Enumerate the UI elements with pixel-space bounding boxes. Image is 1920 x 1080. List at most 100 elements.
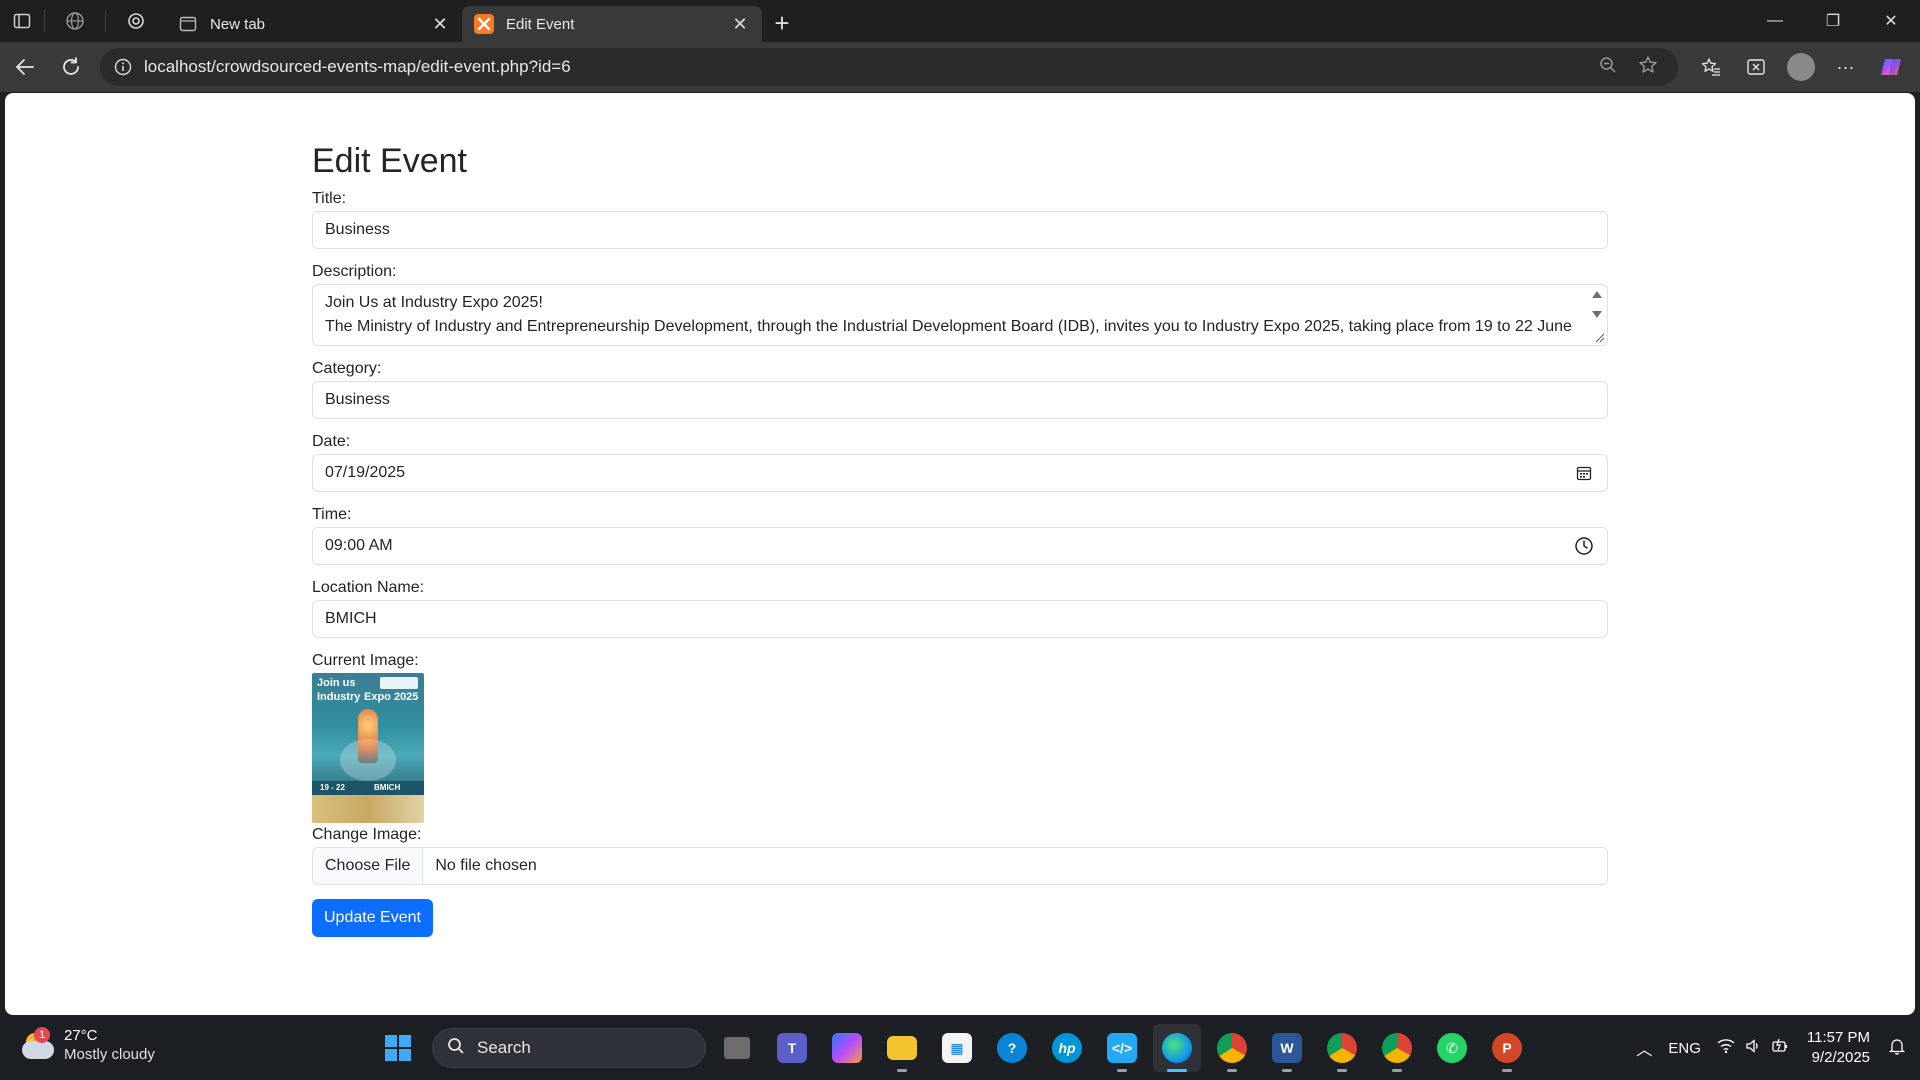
whatsapp-icon[interactable]: ✆ [1428, 1024, 1476, 1072]
title-group: Title: Business [312, 190, 1608, 249]
poster-text: Industry [317, 690, 361, 703]
battery-icon[interactable] [1763, 1038, 1797, 1059]
weather-widget[interactable]: 1 27°C Mostly cloudy [20, 1026, 155, 1064]
title-input[interactable]: Business [312, 210, 1608, 249]
system-clock[interactable]: 11:57 PM 9/2/2025 [1797, 1028, 1880, 1068]
scroll-up-arrow-icon[interactable] [1592, 290, 1602, 298]
copilot-icon[interactable] [1868, 47, 1913, 87]
date-value: 07/19/2025 [325, 463, 406, 481]
minimize-icon[interactable]: — [1746, 0, 1804, 42]
time-value: 09:00 AM [325, 536, 393, 554]
time-label: Time: [312, 505, 352, 523]
file-explorer-icon[interactable] [878, 1024, 926, 1072]
category-label: Category: [312, 359, 382, 377]
chatgpt-icon[interactable] [106, 0, 166, 42]
update-event-button[interactable]: Update Event [312, 898, 433, 937]
title-label: Title: [312, 189, 347, 207]
calendar-icon[interactable] [1573, 462, 1595, 484]
browser-toolbar: localhost/crowdsourced-events-map/edit-e… [0, 42, 1920, 92]
clock-date: 9/2/2025 [1811, 1049, 1870, 1066]
date-label: Date: [312, 432, 351, 450]
new-tab-button[interactable]: + [762, 5, 802, 41]
more-options-icon[interactable]: ··· [1823, 47, 1868, 87]
sidebar-toggle-icon[interactable] [0, 0, 44, 42]
chrome-profile-icon[interactable] [1208, 1024, 1256, 1072]
microsoft-store-icon[interactable]: ▦ [933, 1024, 981, 1072]
poster-dates: 19 - 22 [320, 782, 345, 792]
clock-time: 11:57 PM [1806, 1029, 1870, 1046]
powerpoint-icon[interactable]: P [1483, 1024, 1531, 1072]
profile-avatar[interactable] [1778, 47, 1823, 87]
weather-temperature: 27°C [64, 1027, 98, 1044]
close-window-icon[interactable]: ✕ [1862, 0, 1920, 42]
refresh-icon[interactable] [48, 47, 94, 87]
teams-icon[interactable]: T [768, 1024, 816, 1072]
chevron-up-icon[interactable]: ︿ [1628, 1036, 1660, 1060]
category-input[interactable]: Business [312, 380, 1608, 419]
close-icon[interactable]: ✕ [730, 14, 750, 34]
time-group: Time: 09:00 AM [312, 506, 1608, 565]
zoom-out-icon[interactable] [1588, 56, 1628, 79]
resize-grip-icon[interactable] [1593, 331, 1605, 343]
change-image-group: Change Image: Choose File No file chosen [312, 826, 1608, 885]
notification-bell-icon[interactable] [1880, 1037, 1920, 1060]
page-viewport: Edit Event Title: Business Description: … [5, 93, 1915, 1015]
browser-tab-strip: New tab ✕ Edit Event ✕ + — ❐ ✕ [0, 0, 1920, 42]
tab-label: Edit Event [506, 15, 575, 33]
back-arrow-icon[interactable] [2, 47, 48, 87]
word-icon[interactable]: W [1263, 1024, 1311, 1072]
cloud-shape [22, 1041, 54, 1059]
poster-text: Expo 2025 [364, 690, 419, 703]
language-indicator[interactable]: ENG [1660, 1040, 1709, 1057]
site-info-icon[interactable] [110, 58, 136, 76]
poster-logo [380, 676, 418, 689]
restore-icon[interactable]: ❐ [1804, 0, 1862, 42]
date-input[interactable]: 07/19/2025 [312, 453, 1608, 492]
close-icon[interactable]: ✕ [430, 14, 450, 34]
chrome-profile-icon[interactable] [1318, 1024, 1366, 1072]
windows-start-icon[interactable] [374, 1024, 422, 1072]
favorite-star-icon[interactable] [1628, 55, 1668, 80]
poster-text: Join us [317, 676, 356, 689]
time-input[interactable]: 09:00 AM [312, 526, 1608, 565]
title-value: Business [325, 220, 390, 238]
poster-water-drop [340, 738, 396, 781]
location-input[interactable]: BMICH [312, 599, 1608, 638]
copilot-app-icon[interactable] [823, 1024, 871, 1072]
taskbar-search[interactable]: Search [432, 1028, 706, 1068]
chrome-profile-icon[interactable] [1373, 1024, 1421, 1072]
current-image-label: Current Image: [312, 651, 419, 669]
search-icon [447, 1037, 465, 1060]
partly-cloudy-icon: 1 [20, 1027, 56, 1063]
poster-footer [312, 794, 424, 823]
url-text[interactable]: localhost/crowdsourced-events-map/edit-e… [144, 57, 1588, 77]
edge-icon[interactable] [1153, 1024, 1201, 1072]
wifi-icon[interactable] [1709, 1038, 1743, 1059]
vscode-icon[interactable]: </> [1098, 1024, 1146, 1072]
clock-icon[interactable] [1573, 535, 1595, 557]
volume-icon[interactable] [1743, 1038, 1763, 1059]
address-bar[interactable]: localhost/crowdsourced-events-map/edit-e… [100, 48, 1678, 86]
xampp-icon [474, 14, 494, 34]
window-controls: — ❐ ✕ [1746, 0, 1920, 42]
hp-icon[interactable]: hp [1043, 1024, 1091, 1072]
choose-file-button[interactable]: Choose File [313, 847, 424, 884]
date-group: Date: 07/19/2025 [312, 433, 1608, 492]
task-view-icon[interactable] [713, 1024, 761, 1072]
description-textarea[interactable]: Join Us at Industry Expo 2025! The Minis… [312, 283, 1608, 346]
description-group: Description: Join Us at Industry Expo 20… [312, 263, 1608, 346]
favorites-icon[interactable] [1688, 47, 1733, 87]
notification-badge: 1 [34, 1027, 50, 1043]
new-tab-page-icon [178, 14, 198, 34]
help-icon[interactable]: ? [988, 1024, 1036, 1072]
taskbar-apps: Search T ▦ ? hp </> W ✆ P [374, 1024, 1531, 1072]
change-image-label: Change Image: [312, 825, 422, 843]
file-input[interactable]: Choose File No file chosen [312, 846, 1608, 885]
extensions-icon[interactable] [1733, 47, 1778, 87]
tab-edit-event[interactable]: Edit Event ✕ [462, 6, 762, 42]
location-value: BMICH [325, 609, 377, 627]
tab-new-tab[interactable]: New tab ✕ [166, 6, 462, 42]
globe-icon[interactable] [45, 0, 105, 42]
category-value: Business [325, 390, 390, 408]
scroll-down-arrow-icon[interactable] [1592, 310, 1602, 318]
